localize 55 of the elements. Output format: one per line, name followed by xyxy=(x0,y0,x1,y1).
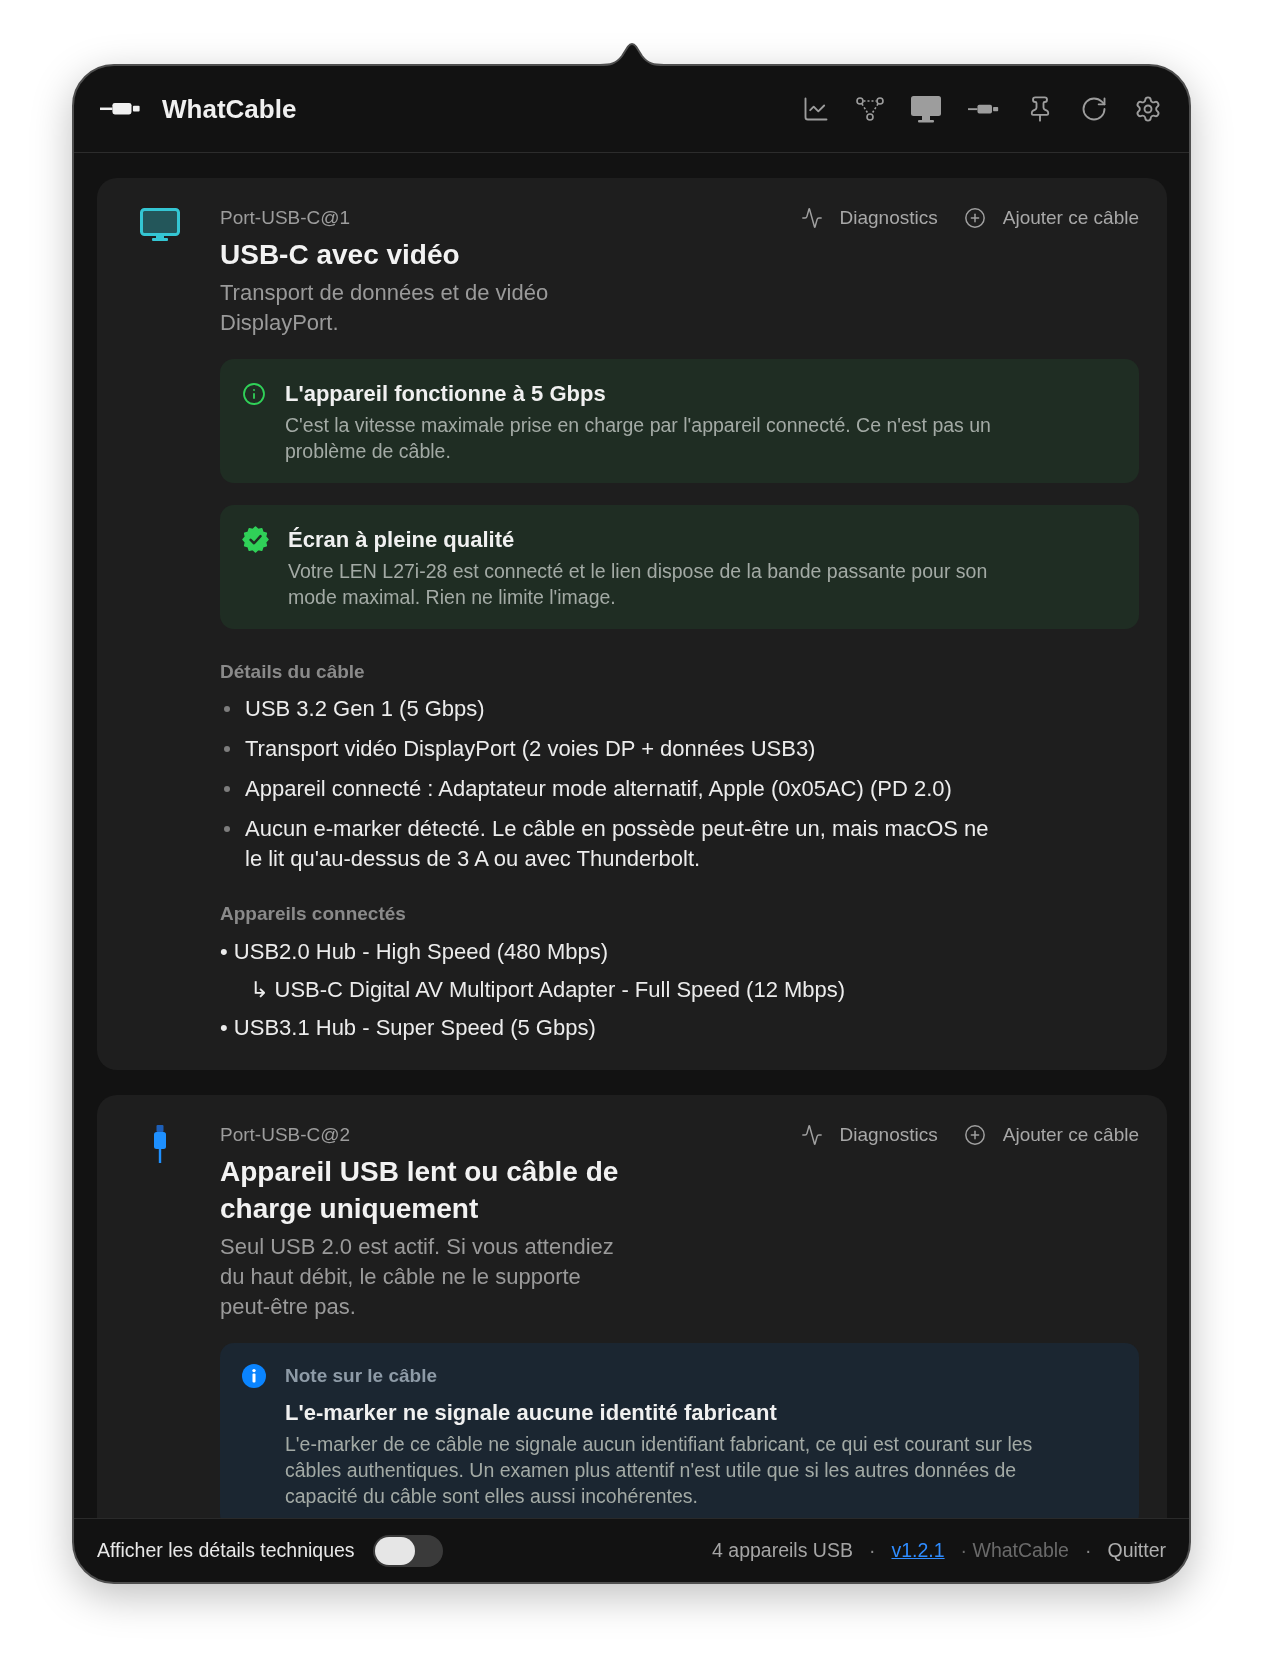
detail-item: USB 3.2 Gen 1 (5 Gbps) xyxy=(245,695,485,723)
port-summary: Transport de données et de vidéo DisplayPort. xyxy=(220,279,550,337)
detail-item: Aucun e-marker détecté. Le câble en possède peut-être un, mais macOS ne le lit qu'au-dessus de 3 A ou avec Thunderbolt. xyxy=(245,815,990,873)
toggle-label: Afficher les détails techniques xyxy=(97,1539,355,1562)
line-chart-icon[interactable] xyxy=(802,95,830,123)
plus-circle-icon xyxy=(963,1124,986,1146)
port-label: Port-USB-C@2 xyxy=(220,1123,352,1147)
device-count: 4 appareils USB xyxy=(712,1539,853,1562)
check-badge-icon xyxy=(242,526,269,553)
bullet-dot-icon xyxy=(224,786,230,792)
add-cable-link[interactable]: Ajouter ce câble xyxy=(963,1123,1139,1147)
settings-icon[interactable] xyxy=(1134,95,1162,123)
pulse-icon xyxy=(800,1124,823,1146)
monitor-icon xyxy=(140,208,180,241)
bullet-dot-icon xyxy=(224,706,230,712)
dot-separator: · xyxy=(868,1539,876,1562)
callout-title: Écran à pleine qualité xyxy=(288,526,516,554)
bullet-dot-icon xyxy=(224,826,230,832)
port-summary: Seul USB 2.0 est actif. Si vous attendiez du haut débit, le câble ne le supporte peut-être pas. xyxy=(220,1233,615,1321)
info-icon xyxy=(242,1364,266,1388)
section-heading: Appareils connectés xyxy=(220,902,407,926)
callout-label: Note sur le câble xyxy=(285,1364,439,1388)
callout-text: L'e-marker de ce câble ne signale aucun identifiant fabricant, ce qui est courant sur les câbles authentiques. Un examen plus attentif n'est utile que si les autres données de capacité du câble sont elles aussi incohérentes. xyxy=(285,1432,1034,1509)
cable-plug-icon[interactable] xyxy=(968,103,1000,115)
port-title: Appareil USB lent ou câble de charge uniquement xyxy=(220,1155,620,1226)
callout-text: C'est la vitesse maximale prise en charge par l'appareil connecté. Ce n'est pas un problème de câble. xyxy=(285,413,992,464)
app-title: WhatCable xyxy=(162,93,297,125)
detail-item: Transport vidéo DisplayPort (2 voies DP + données USB3) xyxy=(245,735,816,763)
port-title: USB-C avec vidéo xyxy=(220,238,461,272)
detail-item: Appareil connecté : Adaptateur mode alternatif, Apple (0x05AC) (PD 2.0) xyxy=(245,775,952,803)
info-icon xyxy=(242,382,266,406)
quit-button[interactable]: Quitter xyxy=(1107,1539,1166,1562)
diagnostics-link[interactable]: Diagnostics xyxy=(800,206,938,230)
section-heading: Détails du câble xyxy=(220,660,366,684)
device-entry: ↳ USB-C Digital AV Multiport Adapter - Full Speed (12 Mbps) xyxy=(250,977,846,1002)
plus-circle-icon xyxy=(963,207,986,229)
monitor-icon[interactable] xyxy=(910,95,942,123)
app-name-text: · WhatCable xyxy=(960,1539,1069,1562)
add-cable-link[interactable]: Ajouter ce câble xyxy=(963,206,1139,230)
version-link[interactable]: v1.2.1 xyxy=(891,1539,945,1562)
bullet-dot-icon xyxy=(224,746,230,752)
port-label: Port-USB-C@1 xyxy=(220,206,352,230)
dot-separator: · xyxy=(1084,1539,1092,1562)
cable-plug-icon xyxy=(100,102,142,116)
refresh-icon[interactable] xyxy=(1080,95,1108,123)
callout-title: L'appareil fonctionne à 5 Gbps xyxy=(285,380,607,408)
diagnostics-link[interactable]: Diagnostics xyxy=(800,1123,938,1147)
nodes-icon[interactable] xyxy=(856,96,884,122)
details-toggle[interactable] xyxy=(372,1534,443,1567)
callout-text: Votre LEN L27i-28 est connecté et le lien dispose de la bande passante pour son mode maximal. Rien ne limite l'image. xyxy=(288,559,989,610)
usb-plug-icon xyxy=(154,1125,166,1163)
pulse-icon xyxy=(800,207,823,229)
device-entry: • USB3.1 Hub - Super Speed (5 Gbps) xyxy=(220,1015,596,1040)
callout-title: L'e-marker ne signale aucune identité fabricant xyxy=(285,1399,778,1427)
device-entry: • USB2.0 Hub - High Speed (480 Mbps) xyxy=(220,939,608,964)
